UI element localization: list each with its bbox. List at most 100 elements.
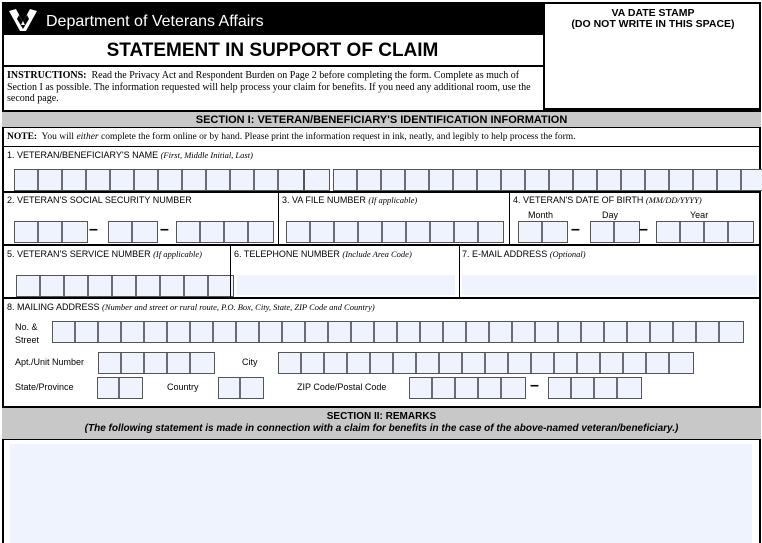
character-box[interactable] (255, 170, 279, 190)
character-box[interactable] (720, 322, 743, 342)
character-box[interactable] (168, 322, 191, 342)
character-box[interactable] (201, 222, 225, 242)
character-box[interactable] (225, 222, 249, 242)
character-box[interactable] (519, 222, 543, 242)
dob-year-input[interactable] (656, 221, 754, 243)
character-box[interactable] (657, 222, 681, 242)
email-input[interactable] (462, 275, 757, 295)
character-box[interactable] (670, 170, 694, 190)
character-box[interactable] (382, 170, 406, 190)
city-input[interactable] (278, 352, 694, 374)
character-box[interactable] (407, 222, 431, 242)
character-box[interactable] (305, 170, 329, 190)
character-box[interactable] (87, 170, 111, 190)
character-box[interactable] (39, 170, 63, 190)
apt-unit-input[interactable] (98, 352, 215, 374)
character-box[interactable] (15, 170, 39, 190)
character-box[interactable] (249, 222, 273, 242)
character-box[interactable] (53, 322, 76, 342)
character-box[interactable] (582, 322, 605, 342)
character-box[interactable] (306, 322, 329, 342)
character-box[interactable] (705, 222, 729, 242)
character-box[interactable] (287, 222, 311, 242)
character-box[interactable] (135, 170, 159, 190)
service-number-input[interactable] (16, 275, 234, 297)
character-box[interactable] (479, 222, 503, 242)
character-box[interactable] (65, 276, 89, 296)
character-box[interactable] (479, 378, 502, 398)
character-box[interactable] (241, 378, 263, 398)
character-box[interactable] (513, 322, 536, 342)
character-box[interactable] (279, 353, 302, 373)
character-box[interactable] (39, 222, 63, 242)
character-box[interactable] (430, 170, 454, 190)
character-box[interactable] (183, 170, 207, 190)
first-name-input[interactable] (14, 169, 304, 191)
ssn-part-3-input[interactable] (176, 221, 274, 243)
character-box[interactable] (76, 322, 99, 342)
character-box[interactable] (455, 222, 479, 242)
character-box[interactable] (454, 170, 478, 190)
character-box[interactable] (440, 353, 463, 373)
character-box[interactable] (615, 222, 639, 242)
character-box[interactable] (478, 170, 502, 190)
character-box[interactable] (550, 170, 574, 190)
character-box[interactable] (543, 222, 567, 242)
character-box[interactable] (98, 378, 120, 398)
character-box[interactable] (398, 322, 421, 342)
character-box[interactable] (694, 170, 718, 190)
character-box[interactable] (137, 276, 161, 296)
character-box[interactable] (421, 322, 444, 342)
character-box[interactable] (358, 170, 382, 190)
character-box[interactable] (133, 222, 157, 242)
character-box[interactable] (526, 170, 550, 190)
character-box[interactable] (15, 222, 39, 242)
character-box[interactable] (63, 222, 87, 242)
character-box[interactable] (191, 353, 214, 373)
street-input[interactable] (52, 321, 744, 343)
state-province-input[interactable] (97, 377, 143, 399)
character-box[interactable] (219, 378, 241, 398)
character-box[interactable] (113, 276, 137, 296)
character-box[interactable] (595, 378, 618, 398)
character-box[interactable] (670, 353, 693, 373)
character-box[interactable] (681, 222, 705, 242)
character-box[interactable] (191, 322, 214, 342)
last-name-input[interactable] (333, 169, 762, 191)
character-box[interactable] (574, 170, 598, 190)
character-box[interactable] (463, 353, 486, 373)
country-input[interactable] (218, 377, 264, 399)
dob-day-input[interactable] (590, 221, 640, 243)
character-box[interactable] (371, 353, 394, 373)
character-box[interactable] (549, 378, 572, 398)
character-box[interactable] (509, 353, 532, 373)
dob-month-input[interactable] (518, 221, 568, 243)
character-box[interactable] (122, 353, 145, 373)
character-box[interactable] (41, 276, 65, 296)
character-box[interactable] (490, 322, 513, 342)
character-box[interactable] (348, 353, 371, 373)
character-box[interactable] (122, 322, 145, 342)
character-box[interactable] (177, 222, 201, 242)
character-box[interactable] (168, 353, 191, 373)
character-box[interactable] (417, 353, 440, 373)
character-box[interactable] (99, 353, 122, 373)
character-box[interactable] (532, 353, 555, 373)
va-file-number-input[interactable] (286, 221, 504, 243)
character-box[interactable] (145, 353, 168, 373)
character-box[interactable] (302, 353, 325, 373)
character-box[interactable] (718, 170, 742, 190)
character-box[interactable] (283, 322, 306, 342)
character-box[interactable] (622, 170, 646, 190)
character-box[interactable] (279, 170, 303, 190)
character-box[interactable] (375, 322, 398, 342)
character-box[interactable] (161, 276, 185, 296)
character-box[interactable] (109, 222, 133, 242)
character-box[interactable] (120, 378, 142, 398)
character-box[interactable] (651, 322, 674, 342)
character-box[interactable] (231, 170, 255, 190)
character-box[interactable] (555, 353, 578, 373)
character-box[interactable] (628, 322, 651, 342)
zip-part-2-input[interactable] (548, 377, 642, 399)
character-box[interactable] (572, 378, 595, 398)
